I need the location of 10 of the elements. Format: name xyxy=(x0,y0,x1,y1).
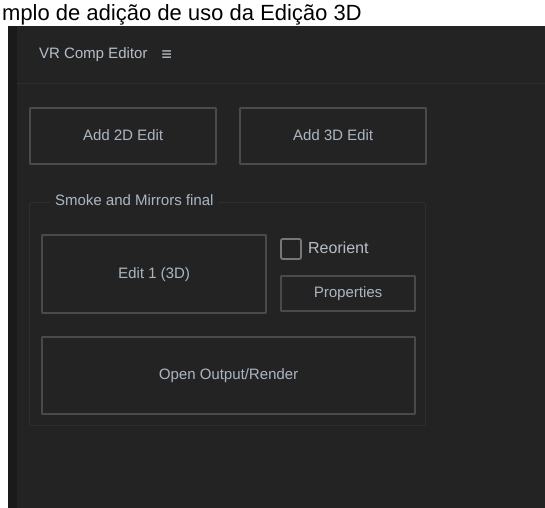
panel-title: VR Comp Editor xyxy=(39,44,148,64)
reorient-checkbox[interactable] xyxy=(280,238,302,260)
properties-button[interactable]: Properties xyxy=(280,275,416,312)
add-edit-button[interactable]: Add 3D Edit xyxy=(239,107,427,165)
add-edit-button[interactable]: Add 2D Edit xyxy=(29,107,217,165)
open-output-button[interactable]: Open Output/Render xyxy=(41,336,416,415)
caption-text: mplo de adição de uso da Edição 3D xyxy=(1,0,363,26)
reorient-label: Reorient xyxy=(308,239,368,259)
menu-icon[interactable]: ≡ xyxy=(161,41,172,68)
edit-button[interactable]: Edit 1 (3D) xyxy=(41,234,267,314)
